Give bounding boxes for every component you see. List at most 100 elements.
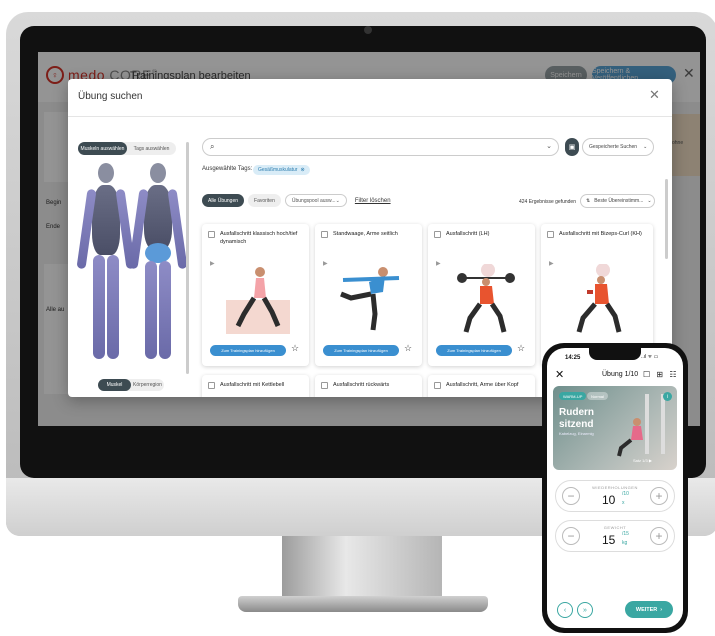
weight-counter: GEWICHT − 15 /15 kg + (555, 520, 675, 552)
tag-chip[interactable]: Gesäßmuskulatur ⊗ (253, 165, 310, 175)
exercise-subtitle: Kabelzug, Einarmig (559, 431, 594, 436)
header-icons[interactable]: ☐ ⊞ ☷ (643, 370, 679, 379)
status-time: 14:25 (565, 355, 581, 361)
reps-target: /10 (622, 491, 629, 497)
card-checkbox[interactable] (321, 382, 328, 389)
leg-right[interactable] (159, 261, 171, 359)
play-icon[interactable]: ▶ (649, 458, 652, 463)
add-to-plan-button[interactable]: Zum Trainingsplan hinzufügen (436, 345, 512, 356)
filter-bar: Alle Übungen Favoriten Übungspool ausw..… (202, 194, 391, 207)
filter-favorites[interactable]: Favoriten (248, 194, 281, 207)
reps-value: 10 (602, 493, 616, 507)
exercise-card[interactable]: Ausfallschritt (LH) ▶ Zum Trainingsplan … (428, 224, 535, 366)
add-to-plan-button[interactable]: Zum Trainingsplan hinzufügen (323, 345, 399, 356)
body-map-front[interactable] (76, 163, 136, 363)
tab-select-muscles[interactable]: Muskeln auswählen (78, 142, 127, 155)
exercise-pool-dropdown[interactable]: Übungspool ausw... ⌄ (284, 194, 347, 207)
exercise-illustration (617, 394, 665, 457)
badge-warmup: WARM-UP (559, 392, 587, 400)
badge-normal: Normal (587, 392, 608, 400)
info-icon[interactable]: i (663, 392, 672, 401)
reps-unit: x (622, 500, 625, 506)
exercise-progress-title: Übung 1/10 (602, 371, 639, 378)
plus-button[interactable]: + (650, 487, 668, 505)
exercise-image (457, 264, 515, 333)
card-title: Standwaage, Arme seitlich (333, 231, 398, 237)
tag-chip-label: Gesäßmuskulatur (258, 167, 298, 173)
next-button[interactable]: WEITER › (625, 601, 673, 618)
plus-button[interactable]: + (650, 527, 668, 545)
body-map-back[interactable] (128, 163, 188, 363)
chevron-down-icon: ⌄ (647, 198, 652, 204)
star-icon[interactable]: ☆ (291, 343, 299, 354)
card-checkbox[interactable] (321, 231, 328, 238)
body-view-toggle: Muskel Körperregion (98, 379, 164, 391)
phone-notch (589, 348, 641, 360)
minus-button[interactable]: − (562, 487, 580, 505)
clear-filters-link[interactable]: Filter löschen (355, 198, 391, 204)
exercise-card[interactable]: Ausfallschritt mit Kettlebell (202, 375, 309, 397)
tab-select-tags[interactable]: Tags auswählen (127, 142, 176, 155)
results-scrollbar[interactable] (665, 179, 668, 259)
save-icon: ▣ (568, 144, 576, 151)
card-checkbox[interactable] (208, 231, 215, 238)
play-icon[interactable]: ▶ (549, 260, 554, 267)
exercise-card[interactable]: Standwaage, Arme seitlich ▶ Zum Training… (315, 224, 422, 366)
left-scrollbar[interactable] (186, 142, 189, 374)
filter-all-exercises[interactable]: Alle Übungen (202, 194, 245, 207)
leg-left[interactable] (145, 261, 157, 359)
play-icon[interactable]: ▶ (210, 260, 215, 267)
saved-searches-label: Gespeicherte Suchen (589, 144, 638, 150)
exercise-name: Rudern sitzend (559, 407, 594, 430)
previous-button[interactable]: ‹ (557, 602, 573, 618)
sort-icon: ⇅ (586, 198, 591, 204)
exercise-image (340, 267, 400, 331)
tab-muscle[interactable]: Muskel (98, 379, 131, 391)
star-icon[interactable]: ☆ (517, 343, 525, 354)
monitor-base (238, 596, 488, 612)
exercise-card[interactable]: Ausfallschritt, Arme über Kopf (428, 375, 535, 397)
card-title: Ausfallschritt, Arme über Kopf (446, 382, 519, 388)
leg-left[interactable] (93, 255, 105, 359)
card-title: Ausfallschritt mit Bizeps-Curl (KH) (559, 231, 642, 237)
card-checkbox[interactable] (434, 382, 441, 389)
card-title: Ausfallschritt mit Kettlebell (220, 382, 285, 388)
exercise-card[interactable]: Ausfallschritt klassisch hoch/tief dynam… (202, 224, 309, 366)
weight-unit: kg (622, 540, 628, 546)
monitor-stand (282, 536, 442, 598)
card-checkbox[interactable] (434, 231, 441, 238)
head (150, 163, 166, 183)
exercise-image (576, 264, 622, 333)
saved-searches-dropdown[interactable]: Gespeicherte Suchen ⌄ (582, 138, 654, 156)
phone-screen: 14:25 ..ıl ᯤ ▭ ✕ Übung 1/10 ☐ ⊞ ☷ WARM-U… (547, 348, 683, 628)
close-icon[interactable]: ✕ (555, 368, 564, 381)
card-checkbox[interactable] (547, 231, 554, 238)
play-icon[interactable]: ▶ (323, 260, 328, 267)
results-count: 424 Ergebnisse gefunden (519, 199, 576, 205)
reps-counter: WIEDERHOLUNGEN − 10 /10 x + (555, 480, 675, 512)
add-to-plan-button[interactable]: Zum Trainingsplan hinzufügen (210, 345, 286, 356)
chevron-down-icon[interactable]: ⌄ (546, 142, 552, 150)
close-icon[interactable]: ⊗ (300, 167, 304, 173)
skip-button[interactable]: » (577, 602, 593, 618)
sort-dropdown[interactable]: ⇅ Beste Übereinstimm... ⌄ (580, 194, 655, 208)
status-icons: ..ıl ᯤ ▭ (641, 354, 659, 360)
minus-button[interactable]: − (562, 527, 580, 545)
save-search-button[interactable]: ▣ (565, 138, 579, 156)
glute-highlight[interactable] (145, 243, 171, 263)
weight-target: /15 (622, 531, 629, 537)
exercise-pool-label: Übungspool ausw... (291, 197, 336, 204)
camera-icon (364, 26, 372, 34)
exercise-video[interactable]: WARM-UP Normal i Rudern sitzend Kabelzug… (553, 386, 677, 470)
card-title: Ausfallschritt rückwärts (333, 382, 390, 388)
exercise-card[interactable]: Ausfallschritt rückwärts (315, 375, 422, 397)
close-icon[interactable]: ✕ (649, 87, 660, 103)
star-icon[interactable]: ☆ (404, 343, 412, 354)
leg-right[interactable] (107, 255, 119, 359)
card-title: Ausfallschritt klassisch hoch/tief dynam… (220, 231, 298, 246)
card-checkbox[interactable] (208, 382, 215, 389)
search-input[interactable]: ⌕ ⌄ (202, 138, 559, 156)
sort-label: Beste Übereinstimm... (594, 198, 644, 204)
tab-body-region[interactable]: Körperregion (131, 379, 164, 391)
play-icon[interactable]: ▶ (436, 260, 441, 267)
